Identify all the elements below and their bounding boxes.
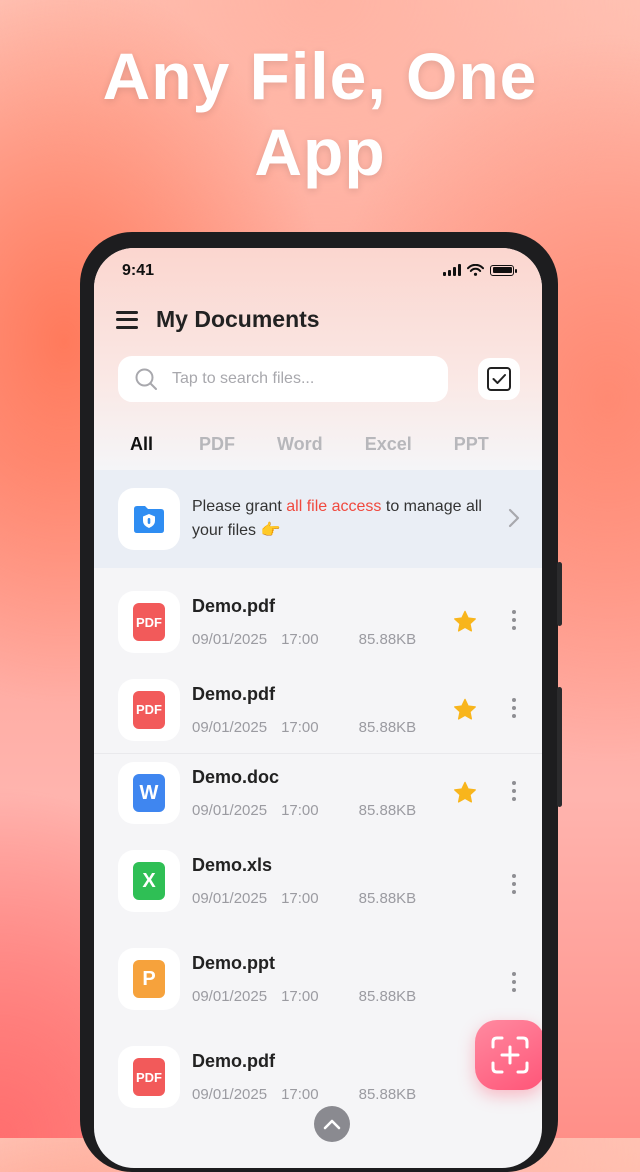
file-row[interactable]: PDF Demo.pdf 09/01/2025 17:00 85.88KB bbox=[94, 578, 542, 666]
file-info: Demo.doc 09/01/2025 17:00 85.88KB bbox=[192, 767, 430, 819]
file-row[interactable]: X Demo.xls 09/01/2025 17:00 85.88KB bbox=[94, 832, 542, 930]
file-name: Demo.pdf bbox=[192, 1051, 275, 1071]
tab-word[interactable]: Word bbox=[277, 434, 323, 455]
excel-file-icon: X bbox=[133, 862, 165, 900]
status-icons bbox=[443, 264, 517, 276]
phone-frame: 9:41 My Documents Tap to search files...… bbox=[80, 232, 562, 1172]
file-meta: 09/01/2025 17:00 85.88KB bbox=[192, 1086, 430, 1103]
file-date: 09/01/2025 bbox=[192, 1086, 268, 1103]
search-icon bbox=[135, 368, 157, 390]
file-info: Demo.ppt 09/01/2025 17:00 85.88KB bbox=[192, 953, 430, 1005]
file-row[interactable]: PDF Demo.pdf 09/01/2025 17:00 85.88KB bbox=[94, 666, 542, 754]
file-time: 17:00 bbox=[281, 802, 319, 819]
scan-button[interactable] bbox=[475, 1020, 542, 1090]
tab-pdf[interactable]: PDF bbox=[199, 434, 235, 455]
file-type-tile: PDF bbox=[118, 591, 180, 653]
file-time: 17:00 bbox=[281, 890, 319, 907]
banner-highlight-link[interactable]: all file access bbox=[286, 498, 381, 515]
wifi-icon bbox=[467, 264, 484, 276]
file-info: Demo.pdf 09/01/2025 17:00 85.88KB bbox=[192, 596, 430, 648]
file-access-banner[interactable]: Please grant all file access to manage a… bbox=[94, 470, 542, 568]
ppt-file-icon: P bbox=[133, 960, 165, 998]
file-name: Demo.xls bbox=[192, 855, 273, 875]
file-time: 17:00 bbox=[281, 1086, 319, 1103]
file-time: 17:00 bbox=[281, 718, 319, 736]
file-type-tile: X bbox=[118, 850, 180, 912]
file-size: 85.88KB bbox=[358, 802, 417, 819]
file-type-tile: W bbox=[118, 762, 180, 824]
file-date: 09/01/2025 bbox=[192, 890, 268, 907]
chevron-up-icon bbox=[323, 1119, 341, 1130]
banner-message: Please grant all file access to manage a… bbox=[192, 495, 492, 543]
filter-tabs: All PDF Word Excel PPT bbox=[130, 434, 535, 455]
star-icon[interactable] bbox=[452, 780, 478, 806]
menu-icon[interactable] bbox=[116, 310, 138, 329]
file-size: 85.88KB bbox=[358, 988, 417, 1005]
scroll-to-top-button[interactable] bbox=[314, 1106, 350, 1142]
file-date: 09/01/2025 bbox=[192, 802, 268, 819]
banner-text-start: Please grant bbox=[192, 498, 287, 515]
file-size: 85.88KB bbox=[358, 890, 417, 907]
file-meta: 09/01/2025 17:00 85.88KB bbox=[192, 890, 430, 907]
file-time: 17:00 bbox=[281, 988, 319, 1005]
file-name: Demo.pdf bbox=[192, 596, 275, 616]
phone-screen: 9:41 My Documents Tap to search files...… bbox=[94, 248, 542, 1168]
headline: Any File, One App bbox=[0, 38, 640, 190]
file-name: Demo.ppt bbox=[192, 953, 275, 973]
tab-all[interactable]: All bbox=[130, 434, 153, 455]
file-size: 85.88KB bbox=[358, 1086, 417, 1103]
star-icon[interactable] bbox=[452, 697, 478, 723]
file-date: 09/01/2025 bbox=[192, 988, 268, 1005]
file-time: 17:00 bbox=[281, 631, 319, 648]
search-bar[interactable] bbox=[118, 356, 448, 402]
phone-side-button bbox=[557, 562, 562, 626]
file-size: 85.88KB bbox=[358, 631, 417, 648]
file-name: Demo.doc bbox=[192, 767, 280, 787]
file-date: 09/01/2025 bbox=[192, 718, 268, 736]
select-checkbox-icon bbox=[487, 367, 511, 391]
file-row[interactable]: P Demo.ppt 09/01/2025 17:00 85.88KB bbox=[94, 930, 542, 1028]
banner-icon-tile bbox=[118, 488, 180, 550]
signal-icon bbox=[443, 264, 461, 276]
file-type-tile: P bbox=[118, 948, 180, 1010]
file-meta: 09/01/2025 17:00 85.88KB bbox=[192, 802, 430, 819]
shield-folder-icon bbox=[134, 506, 164, 533]
file-type-tile: PDF bbox=[118, 678, 180, 741]
more-vertical-icon[interactable] bbox=[512, 972, 516, 992]
chevron-right-icon bbox=[508, 508, 520, 528]
word-file-icon: W bbox=[133, 774, 165, 812]
phone-side-button bbox=[557, 687, 562, 807]
scan-icon bbox=[491, 1036, 529, 1074]
page-title: My Documents bbox=[156, 306, 320, 332]
file-name: Demo.pdf bbox=[192, 683, 275, 704]
file-info: Demo.pdf 09/01/2025 17:00 85.88KB bbox=[192, 1051, 430, 1103]
pdf-file-icon: PDF bbox=[133, 1058, 165, 1096]
search-input[interactable] bbox=[170, 369, 434, 389]
status-time: 9:41 bbox=[122, 262, 155, 279]
app-bar: My Documents bbox=[116, 306, 320, 333]
select-mode-button[interactable] bbox=[478, 358, 520, 400]
file-meta: 09/01/2025 17:00 85.88KB bbox=[192, 631, 430, 648]
file-info: Demo.pdf 09/01/2025 17:00 85.88KB bbox=[192, 684, 430, 736]
more-vertical-icon[interactable] bbox=[512, 874, 516, 894]
more-vertical-icon[interactable] bbox=[512, 610, 516, 630]
file-type-tile: PDF bbox=[118, 1046, 180, 1108]
battery-icon bbox=[490, 264, 517, 276]
file-meta: 09/01/2025 17:00 85.88KB bbox=[192, 719, 430, 736]
more-vertical-icon[interactable] bbox=[512, 781, 516, 801]
headline-line1: Any File, One bbox=[102, 39, 538, 113]
tab-excel[interactable]: Excel bbox=[365, 434, 412, 455]
file-row[interactable]: W Demo.doc 09/01/2025 17:00 85.88KB bbox=[94, 754, 542, 832]
file-size: 85.88KB bbox=[358, 718, 417, 736]
tab-ppt[interactable]: PPT bbox=[454, 434, 489, 455]
pdf-file-icon: PDF bbox=[133, 603, 165, 641]
file-date: 09/01/2025 bbox=[192, 631, 268, 648]
headline-line2: App bbox=[254, 115, 386, 189]
file-meta: 09/01/2025 17:00 85.88KB bbox=[192, 988, 430, 1005]
pdf-file-icon: PDF bbox=[133, 690, 165, 729]
file-info: Demo.xls 09/01/2025 17:00 85.88KB bbox=[192, 855, 430, 907]
more-vertical-icon[interactable] bbox=[512, 698, 516, 718]
star-icon[interactable] bbox=[452, 609, 478, 635]
